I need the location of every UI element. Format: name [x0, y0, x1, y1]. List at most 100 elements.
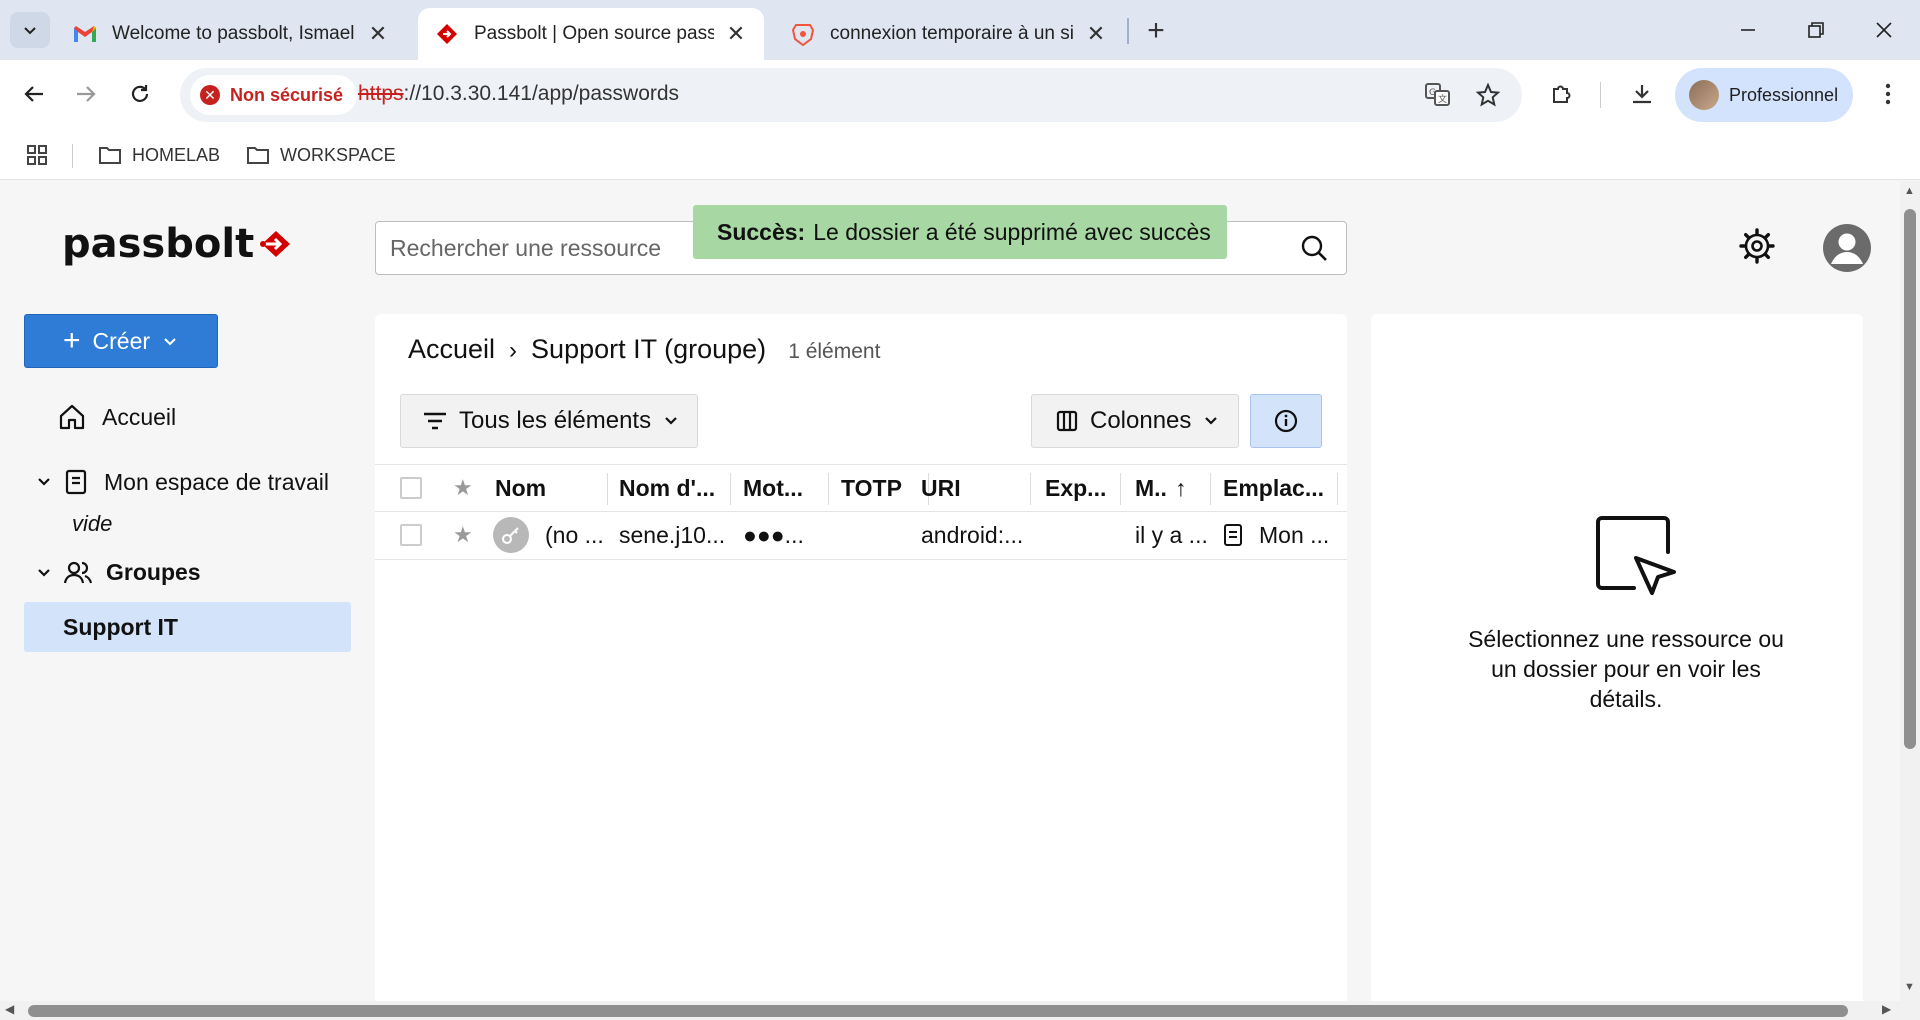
cell-modified: il y a ...	[1135, 521, 1208, 548]
sidebar-item-label: Groupes	[106, 559, 201, 585]
tab-title: Passbolt | Open source passwor	[474, 23, 714, 44]
toggle-details-button[interactable]	[1250, 394, 1322, 448]
profile-button[interactable]: Professionnel	[1675, 68, 1853, 122]
user-avatar-icon[interactable]	[1822, 223, 1872, 273]
select-all-checkbox[interactable]	[400, 465, 430, 511]
tab-search-button[interactable]	[10, 12, 50, 48]
new-tab-button[interactable]: +	[1140, 16, 1172, 48]
downloads-button[interactable]	[1620, 72, 1664, 116]
star-outline-icon	[1476, 83, 1500, 107]
create-button[interactable]: + Créer	[24, 314, 218, 368]
profile-avatar	[1689, 80, 1719, 110]
cell-location[interactable]: Mon ...	[1259, 512, 1339, 558]
restore-button[interactable]	[1794, 10, 1838, 50]
success-toast[interactable]: Succès: Le dossier a été supprimé avec s…	[693, 205, 1227, 259]
chevron-down-icon[interactable]	[36, 565, 52, 581]
breadcrumb-separator: ›	[509, 337, 518, 364]
sidebar-item-label: Accueil	[102, 403, 177, 430]
apps-grid-icon	[27, 145, 47, 165]
search-icon[interactable]	[1300, 234, 1328, 262]
bookmark-label: WORKSPACE	[280, 144, 396, 165]
scroll-up-arrow-icon[interactable]: ▲	[1904, 185, 1915, 197]
scroll-down-arrow-icon[interactable]: ▼	[1904, 981, 1915, 993]
column-header-username[interactable]: Nom d'...	[619, 465, 725, 511]
forward-button[interactable]	[64, 72, 108, 116]
horizontal-scroll-thumb[interactable]	[28, 1005, 1848, 1017]
horizontal-scrollbar[interactable]: ◀ ▶	[0, 1001, 1920, 1020]
cell-name: (no ...	[545, 521, 603, 548]
chevron-down-icon	[164, 338, 176, 346]
bookmark-folder-workspace[interactable]: WORKSPACE	[246, 139, 396, 171]
back-button[interactable]	[12, 72, 56, 116]
close-tab-icon[interactable]: ✕	[724, 21, 748, 46]
settings-gear-icon[interactable]	[1738, 227, 1776, 265]
cell-uri[interactable]: android:...	[921, 512, 1029, 558]
close-tab-icon[interactable]: ✕	[1084, 21, 1108, 46]
columns-button[interactable]: Colonnes	[1031, 394, 1239, 448]
column-divider	[1337, 473, 1338, 505]
resource-key-icon	[493, 512, 537, 558]
url-scheme: https	[358, 82, 404, 105]
table-row[interactable]: ★ (no ... sene.j10... ●●●... android:...…	[375, 512, 1347, 560]
puzzle-icon	[1553, 85, 1571, 103]
sidebar-item-label: Support IT	[63, 613, 178, 640]
translate-button[interactable]: G文	[1420, 77, 1456, 113]
column-header-location[interactable]: Emplac...	[1223, 465, 1335, 511]
breadcrumb-current[interactable]: Support IT (groupe)	[531, 334, 766, 365]
plus-icon: +	[63, 324, 81, 357]
tab-title: Welcome to passbolt, Ismael! -	[112, 23, 356, 44]
bookmark-folder-homelab[interactable]: HOMELAB	[98, 139, 220, 171]
tab-connexion[interactable]: connexion temporaire à un site ✕	[774, 8, 1124, 60]
scroll-left-arrow-icon[interactable]: ◀	[5, 1002, 14, 1016]
bookmark-star-button[interactable]	[1470, 77, 1506, 113]
info-icon	[1274, 409, 1298, 433]
close-window-button[interactable]	[1862, 10, 1906, 50]
sidebar-item-support-it[interactable]: Support IT	[24, 602, 351, 652]
sidebar-item-groups[interactable]: Groupes	[36, 559, 201, 586]
chevron-down-icon[interactable]	[36, 474, 52, 490]
logo-text: passbolt	[62, 221, 255, 267]
column-divider	[1210, 473, 1211, 505]
address-bar[interactable]: ✕ Non sécurisé https://10.3.30.141/app/p…	[180, 68, 1522, 122]
cell-totp	[841, 512, 921, 558]
browser-menu-button[interactable]	[1866, 72, 1910, 116]
sidebar-item-home[interactable]: Accueil	[58, 403, 176, 431]
sidebar-item-label: Mon espace de travail	[104, 468, 330, 495]
cell-password[interactable]: ●●●...	[743, 512, 823, 558]
reload-button[interactable]	[118, 72, 162, 116]
sidebar-item-workspace[interactable]: Mon espace de travail	[36, 468, 329, 496]
scroll-right-arrow-icon[interactable]: ▶	[1882, 1002, 1891, 1016]
folder-icon	[247, 147, 269, 164]
passbolt-logo[interactable]: passbolt	[62, 221, 294, 267]
filter-icon	[424, 412, 446, 430]
vertical-scrollbar[interactable]: ▲ ▼	[1900, 181, 1920, 1001]
tab-separator	[1127, 18, 1129, 44]
row-checkbox[interactable]	[400, 512, 430, 558]
vertical-scroll-thumb[interactable]	[1904, 209, 1916, 749]
chevron-down-icon	[1205, 417, 1218, 425]
resources-panel: Accueil › Support IT (groupe) 1 élément …	[375, 314, 1347, 1014]
apps-button[interactable]	[26, 139, 58, 171]
extensions-button[interactable]	[1540, 72, 1584, 116]
column-header-uri[interactable]: URI	[921, 465, 1021, 511]
breadcrumb-home[interactable]: Accueil	[408, 334, 495, 365]
column-header-expiry[interactable]: Exp...	[1045, 465, 1119, 511]
bookmarks-divider	[72, 144, 73, 168]
details-panel: Sélectionnez une ressource ou un dossier…	[1371, 314, 1863, 1014]
tab-passbolt[interactable]: Passbolt | Open source passwor ✕	[418, 8, 764, 60]
svg-text:文: 文	[1438, 93, 1447, 105]
passbolt-logo-mark-icon	[258, 231, 291, 257]
item-count: 1 élément	[788, 340, 881, 363]
close-tab-icon[interactable]: ✕	[366, 21, 390, 46]
column-header-name[interactable]: Nom	[495, 465, 595, 511]
browser-toolbar: ✕ Non sécurisé https://10.3.30.141/app/p…	[0, 60, 1920, 130]
favorite-star-icon[interactable]: ★	[453, 512, 483, 558]
gmail-icon	[72, 21, 98, 47]
tab-gmail[interactable]: Welcome to passbolt, Ismael! - ✕	[56, 8, 406, 60]
column-header-totp[interactable]: TOTP	[841, 465, 921, 511]
column-divider	[607, 473, 608, 505]
filter-button[interactable]: Tous les éléments	[400, 394, 698, 448]
security-chip[interactable]: ✕ Non sécurisé	[190, 75, 358, 115]
minimize-button[interactable]	[1726, 10, 1770, 50]
column-header-password[interactable]: Mot...	[743, 465, 823, 511]
